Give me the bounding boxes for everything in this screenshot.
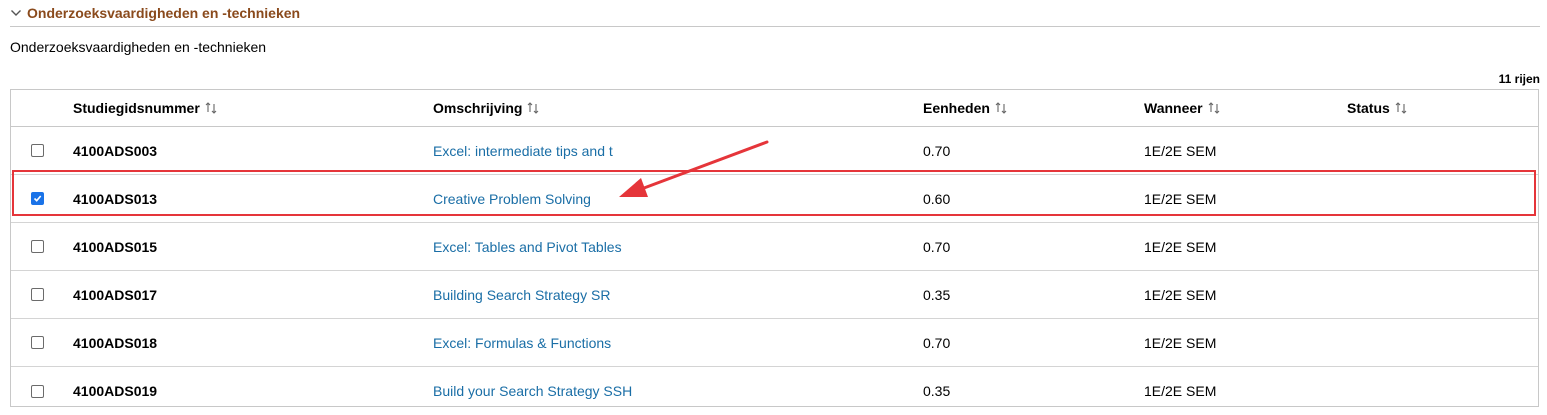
sort-arrows-icon[interactable]: [994, 101, 1008, 115]
row-when: 1E/2E SEM: [1144, 334, 1217, 351]
row-units: 0.70: [923, 238, 951, 255]
grid-header: Studiegidsnummer Omschrijving Eenheden W…: [11, 90, 1538, 127]
row-checkbox[interactable]: [31, 240, 44, 253]
column-header-units[interactable]: Eenheden: [923, 90, 1008, 126]
sort-arrows-icon[interactable]: [526, 101, 540, 115]
row-checkbox[interactable]: [31, 336, 44, 349]
table-row: 4100ADS019 Build your Search Strategy SS…: [11, 367, 1538, 415]
row-id: 4100ADS019: [73, 383, 158, 399]
row-units: 0.70: [923, 142, 951, 159]
row-id: 4100ADS013: [73, 190, 158, 207]
row-id: 4100ADS003: [73, 142, 158, 159]
row-description-link[interactable]: Build your Search Strategy SSH: [433, 383, 632, 399]
sort-arrows-icon[interactable]: [204, 101, 218, 115]
row-checkbox[interactable]: [31, 144, 44, 157]
column-header-description[interactable]: Omschrijving: [433, 90, 540, 126]
table-row: 4100ADS017 Building Search Strategy SR 0…: [11, 271, 1538, 319]
column-header-when[interactable]: Wanneer: [1144, 90, 1221, 126]
column-header-id[interactable]: Studiegidsnummer: [73, 90, 218, 126]
row-when: 1E/2E SEM: [1144, 190, 1217, 207]
table-row: 4100ADS018 Excel: Formulas & Functions 0…: [11, 319, 1538, 367]
column-header-status[interactable]: Status: [1347, 90, 1408, 126]
row-units: 0.70: [923, 334, 951, 351]
table-row: 4100ADS013 Creative Problem Solving 0.60…: [11, 175, 1538, 223]
row-description-link[interactable]: Creative Problem Solving: [433, 191, 591, 207]
row-description-link[interactable]: Excel: Tables and Pivot Tables: [433, 239, 622, 255]
row-id: 4100ADS015: [73, 238, 158, 255]
row-units: 0.35: [923, 286, 951, 303]
section-header[interactable]: Onderzoeksvaardigheden en -technieken: [10, 0, 1540, 27]
row-id: 4100ADS018: [73, 334, 158, 351]
row-count: 11 rijen: [1498, 72, 1540, 86]
row-when: 1E/2E SEM: [1144, 142, 1217, 159]
chevron-down-icon[interactable]: [10, 6, 24, 20]
table-row: 4100ADS003 Excel: intermediate tips and …: [11, 127, 1538, 175]
row-when: 1E/2E SEM: [1144, 286, 1217, 303]
row-units: 0.35: [923, 383, 951, 399]
row-id: 4100ADS017: [73, 286, 158, 303]
sort-arrows-icon[interactable]: [1207, 101, 1221, 115]
course-grid: Studiegidsnummer Omschrijving Eenheden W…: [10, 89, 1539, 407]
row-checkbox[interactable]: [31, 384, 44, 398]
row-checkbox[interactable]: [31, 288, 44, 301]
row-units: 0.60: [923, 190, 951, 207]
row-checkbox[interactable]: [31, 192, 44, 205]
row-description-link[interactable]: Building Search Strategy SR: [433, 287, 610, 303]
section-title: Onderzoeksvaardigheden en -technieken: [27, 5, 301, 21]
section-subtitle: Onderzoeksvaardigheden en -technieken: [10, 39, 267, 55]
table-row: 4100ADS015 Excel: Tables and Pivot Table…: [11, 223, 1538, 271]
row-when: 1E/2E SEM: [1144, 383, 1217, 399]
sort-arrows-icon[interactable]: [1394, 101, 1408, 115]
row-description-link[interactable]: Excel: Formulas & Functions: [433, 335, 611, 351]
row-description-link[interactable]: Excel: intermediate tips and t: [433, 143, 613, 159]
row-when: 1E/2E SEM: [1144, 238, 1217, 255]
